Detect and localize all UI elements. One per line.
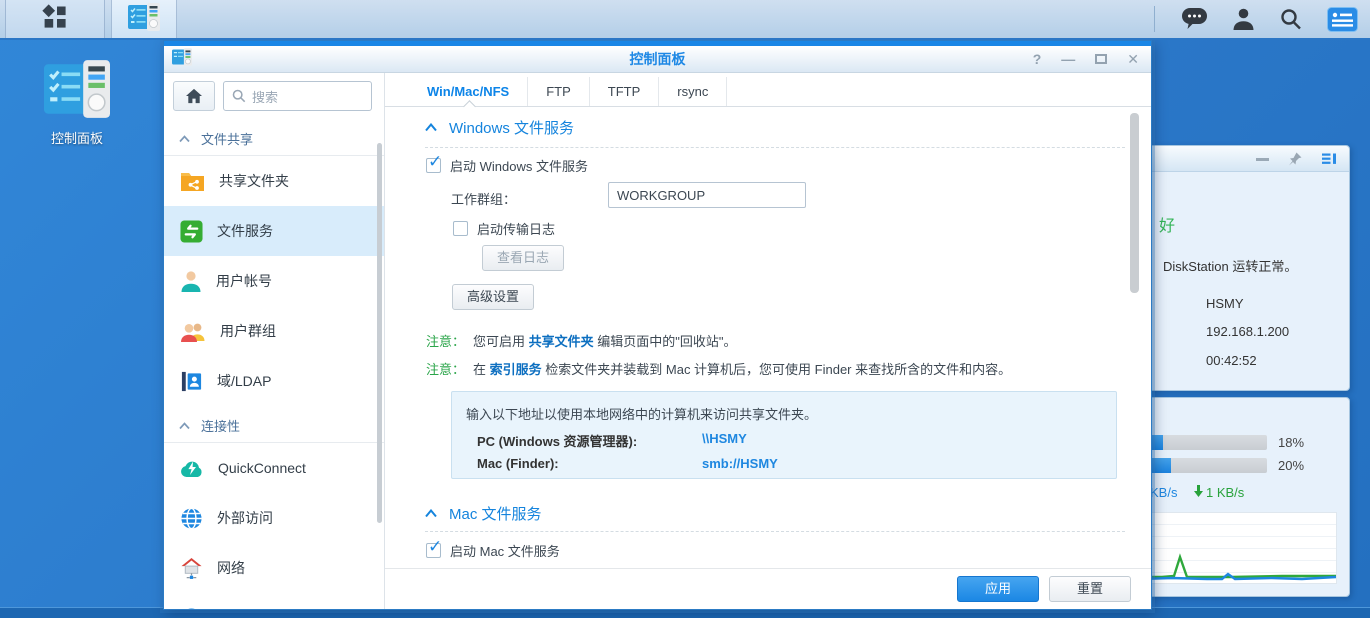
- user-group-icon: [180, 320, 206, 343]
- pc-access-label: PC (Windows 资源管理器):: [477, 431, 637, 450]
- network-icon: [180, 557, 203, 580]
- sidebar-search-input[interactable]: 搜索: [223, 81, 372, 111]
- pc-access-value[interactable]: \\HSMY: [702, 431, 747, 446]
- maximize-button[interactable]: [1095, 54, 1107, 64]
- external-access-icon: [180, 507, 203, 530]
- mac-access-value[interactable]: smb://HSMY: [702, 456, 778, 471]
- minimize-button[interactable]: —: [1061, 52, 1075, 66]
- taskbar-separator: [1154, 6, 1155, 32]
- sidebar-item-quickconnect[interactable]: QuickConnect: [164, 443, 384, 493]
- widget-server-name: HSMY: [1206, 296, 1244, 311]
- user-account-icon: [180, 270, 202, 293]
- chevron-up-icon: [425, 123, 437, 132]
- workgroup-label: 工作群组：: [451, 189, 516, 208]
- sidebar-item-user-group[interactable]: 用户群组: [164, 306, 384, 356]
- main-menu-button[interactable]: [5, 0, 105, 38]
- apply-button[interactable]: 应用: [957, 576, 1039, 602]
- access-box-intro: 输入以下地址以使用本地网络中的计算机来访问共享文件夹。: [466, 404, 817, 423]
- file-services-icon: [180, 220, 203, 243]
- sidebar-item-file-services[interactable]: 文件服务: [164, 206, 384, 256]
- quickconnect-icon: [180, 458, 204, 478]
- domain-ldap-icon: [180, 370, 203, 393]
- sidebar-item-dhcp-server[interactable]: DHCP Server: [164, 593, 384, 609]
- footer-divider: [385, 568, 1151, 569]
- section-divider: [425, 147, 1125, 148]
- sidebar-section-file-sharing[interactable]: 文件共享: [164, 122, 384, 156]
- taskbar-control-panel-button[interactable]: [111, 0, 177, 38]
- access-address-box: 输入以下地址以使用本地网络中的计算机来访问共享文件夹。 PC (Windows …: [451, 391, 1117, 479]
- widget-status-text: DiskStation 运转正常。: [1163, 256, 1297, 275]
- shared-folder-link[interactable]: 共享文件夹: [529, 334, 594, 349]
- mac-service-section-header[interactable]: Mac 文件服务: [425, 503, 542, 524]
- sidebar-item-user-account[interactable]: 用户帐号: [164, 256, 384, 306]
- enable-windows-service-checkbox[interactable]: 启动 Windows 文件服务: [426, 156, 588, 175]
- sidebar-item-external-access[interactable]: 外部访问: [164, 493, 384, 543]
- content-scrollbar[interactable]: [1130, 113, 1139, 293]
- taskbar: [0, 0, 1370, 40]
- home-icon: [185, 88, 203, 104]
- control-panel-sidebar: 搜索 文件共享 共享文件夹: [164, 73, 385, 609]
- workgroup-input[interactable]: [608, 182, 806, 208]
- search-placeholder: 搜索: [252, 87, 278, 106]
- note-indexing-service: 注意：在 索引服务 检索文件夹并装载到 Mac 计算机后，您可使用 Finder…: [426, 359, 1011, 378]
- control-panel-icon: [44, 105, 110, 122]
- section-divider: [425, 531, 1125, 532]
- cpu-usage-percent: 18%: [1278, 435, 1304, 450]
- tab-ftp[interactable]: FTP: [528, 77, 590, 106]
- window-titlebar[interactable]: 控制面板 ? — ✕: [164, 46, 1151, 73]
- advanced-settings-button[interactable]: 高级设置: [452, 284, 534, 310]
- sidebar-item-domain-ldap[interactable]: 域/LDAP: [164, 356, 384, 406]
- widget-panel-icon[interactable]: [1321, 152, 1337, 169]
- sidebar-item-shared-folder[interactable]: 共享文件夹: [164, 156, 384, 206]
- note-recycle-bin: 注意：您可启用 共享文件夹 编辑页面中的"回收站"。: [426, 331, 737, 350]
- chat-icon[interactable]: [1181, 7, 1208, 31]
- home-button[interactable]: [173, 81, 215, 111]
- download-speed: 1 KB/s: [1194, 485, 1244, 500]
- checkbox-checked[interactable]: [426, 543, 441, 558]
- indexing-service-link[interactable]: 索引服务: [490, 362, 542, 377]
- chevron-up-icon: [425, 509, 437, 518]
- transfer-log-checkbox[interactable]: 启动传输日志: [453, 219, 555, 238]
- pilot-view-icon[interactable]: [1327, 7, 1358, 32]
- control-panel-icon: [128, 3, 160, 36]
- desktop-control-panel-shortcut[interactable]: 控制面板: [30, 60, 124, 147]
- main-menu-icon: [41, 3, 69, 36]
- checkbox-checked[interactable]: [426, 158, 441, 173]
- enable-mac-service-checkbox[interactable]: 启动 Mac 文件服务: [426, 541, 560, 560]
- widget-ip-address: 192.168.1.200: [1206, 324, 1289, 339]
- ram-usage-percent: 20%: [1278, 458, 1304, 473]
- search-icon[interactable]: [1279, 7, 1303, 31]
- window-title: 控制面板: [164, 49, 1151, 69]
- shared-folder-icon: [180, 170, 205, 192]
- tab-tftp[interactable]: TFTP: [590, 77, 660, 106]
- mac-access-label: Mac (Finder):: [477, 456, 559, 471]
- windows-service-section-header[interactable]: Windows 文件服务: [425, 117, 574, 138]
- user-icon[interactable]: [1232, 7, 1255, 31]
- sidebar-section-connectivity[interactable]: 连接性: [164, 409, 384, 443]
- sidebar-scrollbar[interactable]: [377, 143, 382, 523]
- dhcp-server-icon: [180, 607, 203, 610]
- tab-rsync[interactable]: rsync: [659, 77, 727, 106]
- reset-button[interactable]: 重置: [1049, 576, 1131, 602]
- file-services-content: Win/Mac/NFS FTP TFTP rsync Windows 文件服务 …: [385, 73, 1151, 609]
- upload-speed: KB/s: [1150, 485, 1177, 500]
- tab-bar: Win/Mac/NFS FTP TFTP rsync: [385, 77, 1151, 107]
- widget-uptime: 00:42:52: [1206, 353, 1257, 368]
- widget-pin-icon[interactable]: [1287, 151, 1303, 170]
- download-arrow-icon: [1194, 485, 1203, 500]
- chevron-up-icon: [179, 422, 190, 430]
- widget-minimize-icon[interactable]: [1256, 158, 1269, 161]
- widget-greeting: 好: [1159, 212, 1175, 236]
- desktop-icon-label: 控制面板: [30, 128, 124, 147]
- checkbox-unchecked[interactable]: [453, 221, 468, 236]
- chevron-up-icon: [179, 135, 190, 143]
- control-panel-window: 控制面板 ? — ✕ 搜索: [163, 40, 1152, 610]
- search-icon: [232, 89, 246, 103]
- sidebar-item-network[interactable]: 网络: [164, 543, 384, 593]
- close-button[interactable]: ✕: [1127, 52, 1139, 66]
- view-log-button[interactable]: 查看日志: [482, 245, 564, 271]
- help-button[interactable]: ?: [1033, 52, 1042, 66]
